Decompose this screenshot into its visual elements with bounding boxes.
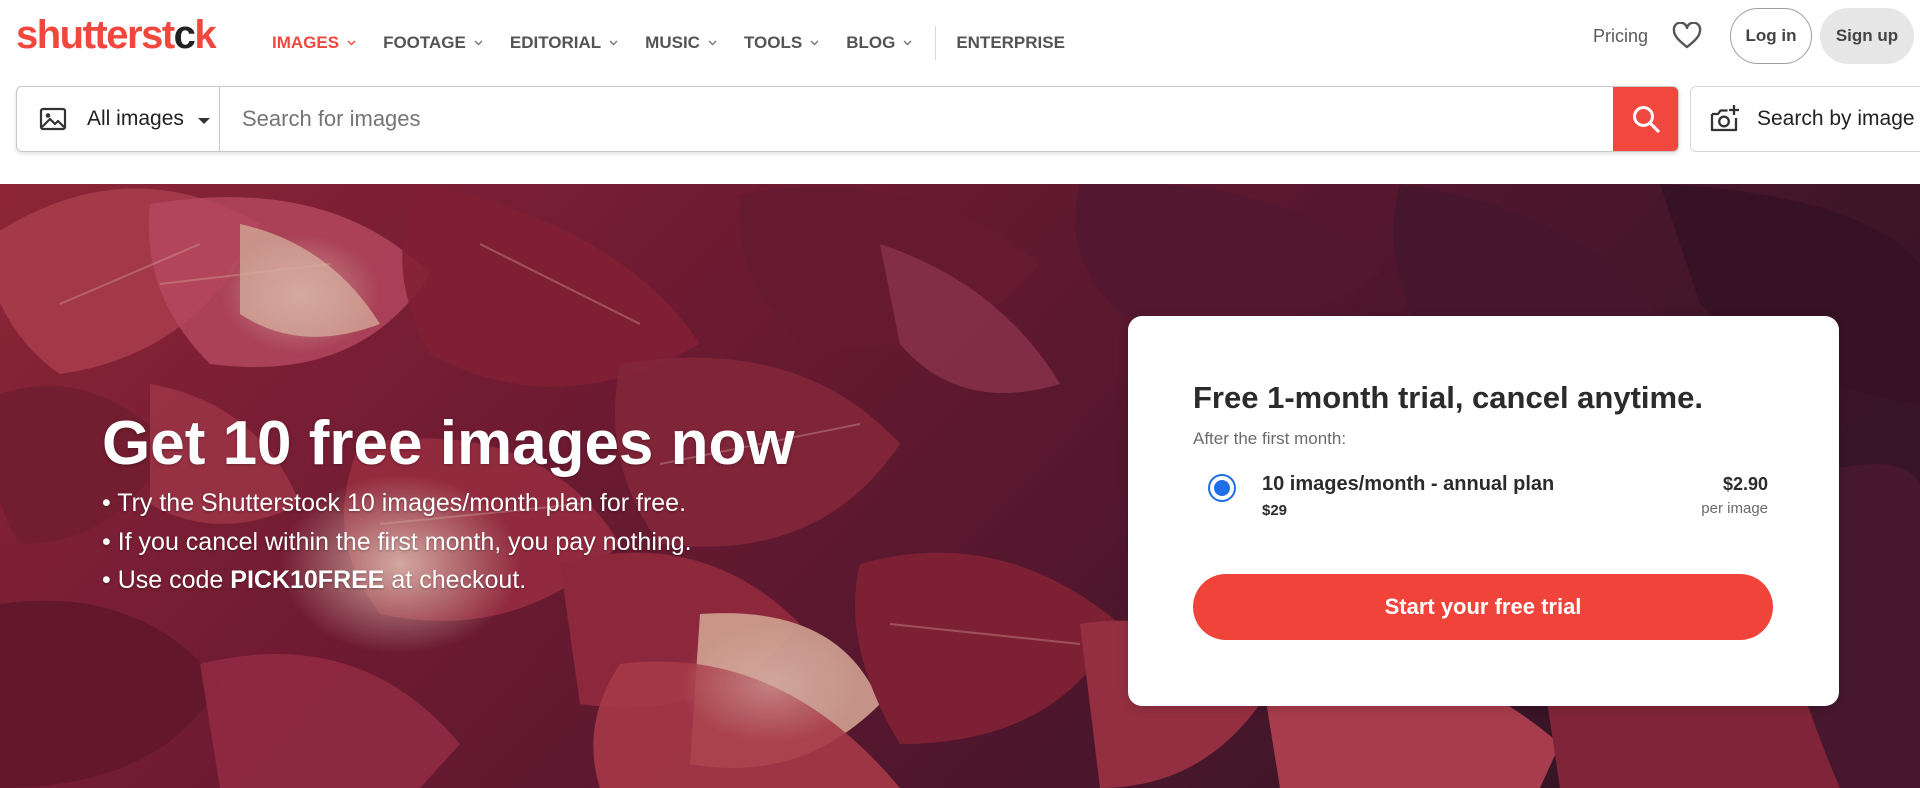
- search-bar: All images: [16, 86, 1679, 152]
- nav-item-blog[interactable]: BLOG: [846, 33, 912, 53]
- plan-price-per-image: $2.90: [1722, 474, 1768, 494]
- main-menu: IMAGES FOOTAGE EDITORIAL MUSIC TOOLS BLO…: [272, 26, 1092, 60]
- search-by-image-button[interactable]: Search by image: [1690, 86, 1920, 152]
- sign-up-button[interactable]: Sign up: [1820, 8, 1914, 64]
- chevron-down-icon: [708, 39, 717, 48]
- nav-divider: [935, 26, 937, 60]
- log-in-button[interactable]: Log in: [1730, 8, 1812, 64]
- trial-offer-card: Free 1-month trial, cancel anytime. Afte…: [1128, 316, 1839, 706]
- hero-bullet: • If you cancel within the first month, …: [102, 527, 692, 556]
- nav-item-images[interactable]: IMAGES: [272, 33, 356, 53]
- account-actions: Pricing Log in Sign up: [1593, 8, 1914, 64]
- heart-icon[interactable]: [1672, 22, 1702, 50]
- top-navigation: shutterstck IMAGES FOOTAGE EDITORIAL MUS…: [0, 0, 1920, 74]
- hero-title: Get 10 free images now: [102, 409, 795, 478]
- chevron-down-icon: [810, 39, 819, 48]
- chevron-down-icon: [347, 39, 356, 48]
- chevron-down-icon: [474, 39, 483, 48]
- nav-item-tools[interactable]: TOOLS: [744, 33, 819, 53]
- hero-bullet-code: • Use code PICK10FREE at checkout.: [102, 566, 527, 594]
- plan-price-unit: per image: [1701, 500, 1768, 517]
- hero-bullet: • Try the Shutterstock 10 images/month p…: [102, 489, 687, 517]
- search-button[interactable]: [1613, 87, 1678, 151]
- camera-plus-icon: [1709, 104, 1741, 134]
- nav-item-enterprise[interactable]: ENTERPRISE: [956, 33, 1065, 53]
- nav-item-footage[interactable]: FOOTAGE: [383, 33, 483, 53]
- promo-code: PICK10FREE: [230, 566, 385, 594]
- plan-radio[interactable]: [1208, 474, 1236, 502]
- nav-item-music[interactable]: MUSIC: [645, 33, 717, 53]
- image-icon: [39, 107, 67, 131]
- offer-title: Free 1-month trial, cancel anytime.: [1193, 380, 1703, 415]
- hero-copy: Get 10 free images now • Try the Shutter…: [102, 408, 795, 600]
- shutterstock-logo[interactable]: shutterstck: [16, 12, 217, 58]
- plan-total-price: $29: [1262, 502, 1288, 519]
- radio-selected-dot: [1214, 480, 1230, 496]
- chevron-down-icon: [903, 39, 912, 48]
- nav-item-editorial[interactable]: EDITORIAL: [510, 33, 618, 53]
- search-input[interactable]: [220, 87, 1613, 151]
- offer-subtitle: After the first month:: [1193, 429, 1347, 448]
- media-type-label: All images: [87, 107, 184, 130]
- plan-option[interactable]: 10 images/month - annual plan $29 $2.90 …: [1208, 466, 1768, 522]
- start-free-trial-button[interactable]: Start your free trial: [1193, 574, 1773, 640]
- chevron-down-icon: [609, 39, 618, 48]
- search-by-image-label: Search by image: [1757, 107, 1915, 130]
- hero-banner: Get 10 free images now • Try the Shutter…: [0, 184, 1920, 788]
- search-icon: [1631, 104, 1661, 134]
- plan-name: 10 images/month - annual plan: [1262, 473, 1555, 495]
- media-type-dropdown[interactable]: All images: [17, 87, 220, 151]
- caret-down-icon: [197, 118, 210, 124]
- pricing-link[interactable]: Pricing: [1593, 26, 1648, 47]
- hero-bullets: • Try the Shutterstock 10 images/month p…: [102, 484, 795, 600]
